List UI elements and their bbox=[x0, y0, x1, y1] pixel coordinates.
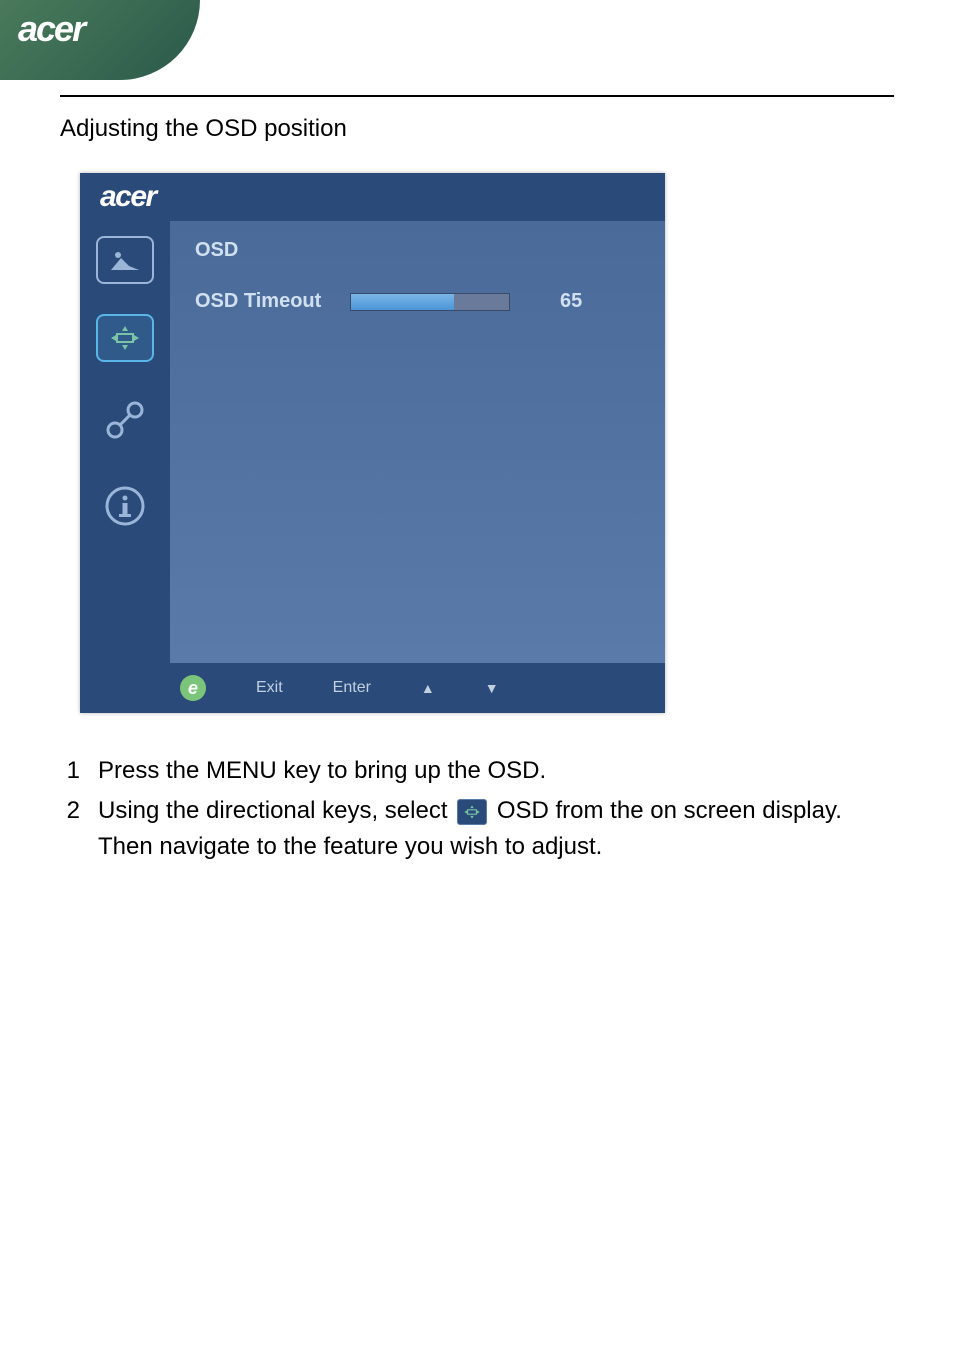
page-content: Adjusting the OSD position acer bbox=[60, 95, 894, 869]
header-swoosh: acer bbox=[0, 0, 200, 80]
osd-section-label: OSD bbox=[195, 239, 640, 262]
step-2: 2 Using the directional keys, select OSD… bbox=[60, 793, 894, 865]
step-2-before: Using the directional keys, select bbox=[98, 797, 454, 824]
osd-timeout-row: OSD Timeout 65 bbox=[195, 290, 640, 313]
osd-position-icon[interactable] bbox=[96, 314, 154, 362]
settings-icon[interactable] bbox=[96, 392, 154, 448]
osd-timeout-label: OSD Timeout bbox=[195, 290, 330, 313]
info-icon[interactable] bbox=[96, 478, 154, 534]
e-icon-badge: e bbox=[180, 675, 206, 701]
osd-timeout-value: 65 bbox=[560, 290, 582, 313]
osd-body: OSD OSD Timeout 65 bbox=[80, 221, 665, 663]
picture-icon[interactable] bbox=[96, 236, 154, 284]
brand-logo: acer bbox=[18, 8, 84, 50]
footer-enter[interactable]: Enter bbox=[333, 679, 371, 697]
steps-list: 1 Press the MENU key to bring up the OSD… bbox=[60, 753, 894, 865]
osd-header: acer bbox=[80, 173, 665, 221]
arrow-down-icon[interactable]: ▼ bbox=[485, 680, 499, 696]
osd-footer: e Exit Enter ▲ ▼ bbox=[80, 663, 665, 713]
inline-osd-icon bbox=[457, 799, 487, 825]
step-2-text: Using the directional keys, select OSD f… bbox=[98, 793, 894, 865]
step-1-num: 1 bbox=[60, 753, 80, 789]
step-1: 1 Press the MENU key to bring up the OSD… bbox=[60, 753, 894, 789]
osd-screenshot: acer bbox=[80, 173, 665, 713]
section-title: Adjusting the OSD position bbox=[60, 115, 894, 143]
osd-timeout-slider[interactable] bbox=[350, 293, 510, 311]
divider bbox=[60, 95, 894, 97]
osd-brand-logo: acer bbox=[100, 180, 156, 214]
osd-main: OSD OSD Timeout 65 bbox=[170, 221, 665, 663]
osd-slider-fill bbox=[351, 294, 454, 310]
arrow-up-icon[interactable]: ▲ bbox=[421, 680, 435, 696]
step-2-num: 2 bbox=[60, 793, 80, 865]
step-1-text: Press the MENU key to bring up the OSD. bbox=[98, 753, 894, 789]
osd-sidebar bbox=[80, 221, 170, 663]
footer-e-icon[interactable]: e bbox=[180, 675, 206, 701]
footer-exit[interactable]: Exit bbox=[256, 679, 283, 697]
